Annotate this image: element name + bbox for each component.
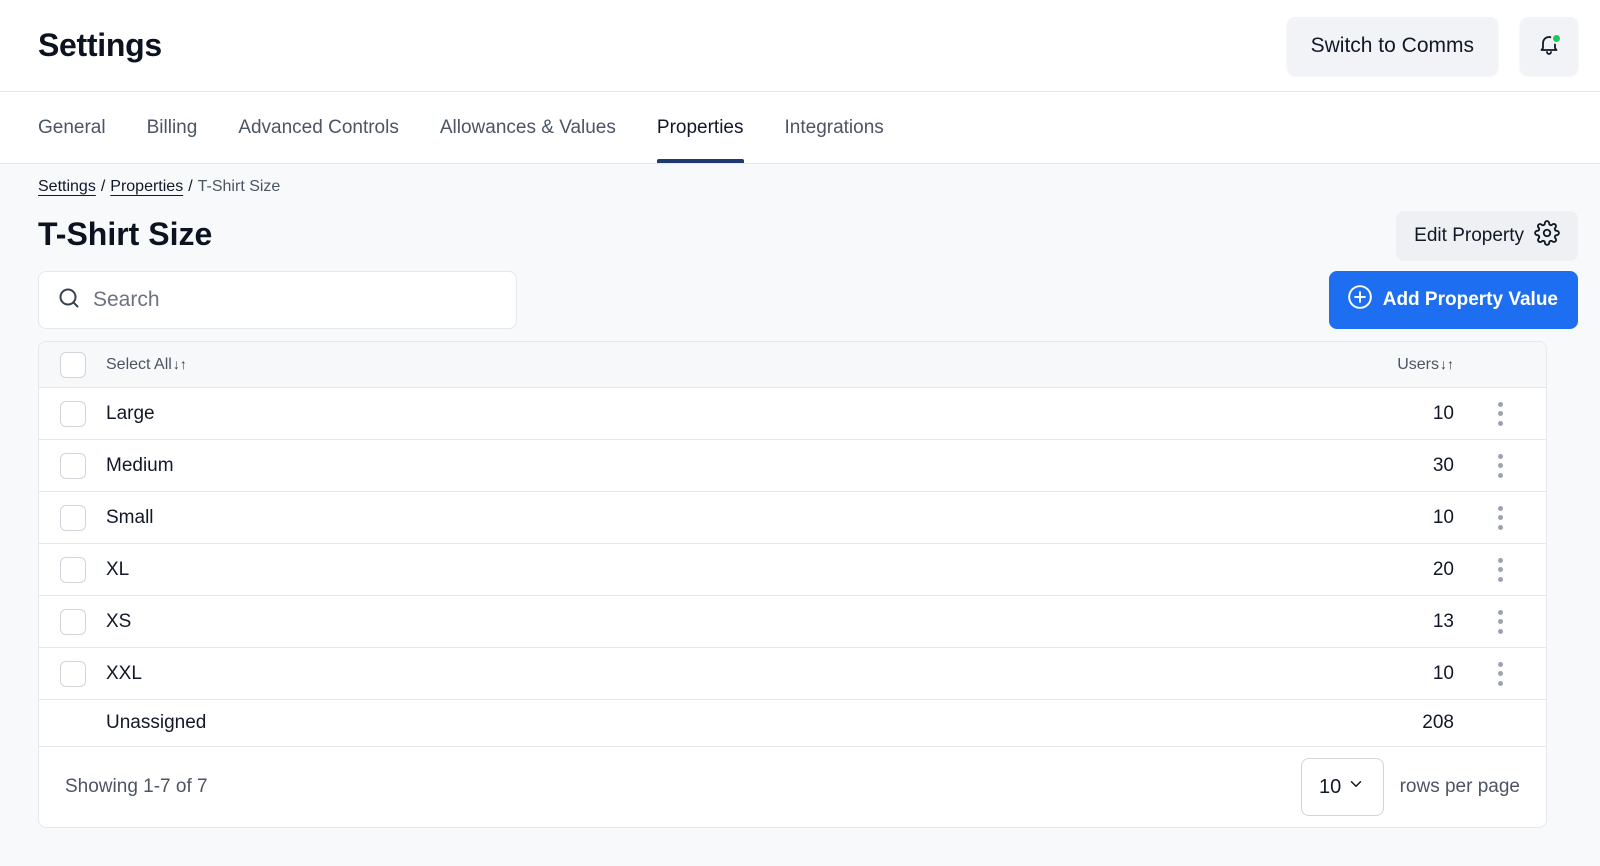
- row-checkbox[interactable]: [60, 660, 86, 687]
- search-icon: [57, 286, 81, 315]
- sort-icon: ↓↑: [172, 355, 187, 372]
- table-header: Select All↓↑ Users↓↑: [39, 342, 1546, 388]
- rows-per-page-value: 10: [1318, 775, 1342, 798]
- edit-property-label: Edit Property: [1414, 225, 1524, 246]
- row-checkbox-cell: [39, 660, 106, 687]
- row-name: Small: [106, 506, 154, 528]
- tab-properties[interactable]: Properties: [656, 92, 744, 163]
- row-name: Medium: [106, 454, 174, 476]
- table-row: XXL 10: [39, 648, 1546, 700]
- showing-count: Showing 1-7 of 7: [65, 776, 208, 797]
- row-checkbox[interactable]: [60, 452, 86, 479]
- breadcrumb-separator: /: [188, 178, 193, 195]
- select-all-label: Select All: [106, 355, 172, 373]
- breadcrumb-separator: /: [100, 178, 106, 195]
- more-options-icon[interactable]: [1490, 556, 1510, 584]
- more-options-icon[interactable]: [1490, 608, 1510, 636]
- row-name: XXL: [106, 662, 142, 684]
- breadcrumb-properties-link[interactable]: Properties: [110, 178, 183, 195]
- table-row: XS 13: [39, 596, 1546, 648]
- row-actions-cell: [1454, 660, 1546, 688]
- table-row: Large 10: [39, 388, 1546, 440]
- breadcrumb-settings-link[interactable]: Settings: [38, 178, 96, 195]
- unassigned-name: Unassigned: [106, 712, 207, 733]
- title-row: T-Shirt Size Edit Property: [38, 200, 1578, 268]
- row-name: Large: [106, 402, 155, 424]
- top-bar: Settings Switch to Comms: [0, 0, 1600, 92]
- row-actions-cell: [1454, 608, 1546, 636]
- pagination: 10 rows per page: [1300, 758, 1520, 816]
- row-users: 30: [1432, 454, 1454, 476]
- plus-circle-icon: [1347, 284, 1373, 316]
- row-users: 10: [1432, 662, 1454, 684]
- tab-billing[interactable]: Billing: [147, 92, 198, 163]
- breadcrumb-current: T-Shirt Size: [197, 178, 281, 195]
- more-options-icon[interactable]: [1490, 504, 1510, 532]
- notifications-button[interactable]: [1520, 16, 1578, 75]
- row-users: 20: [1432, 558, 1454, 580]
- search-input[interactable]: [93, 288, 473, 312]
- row-checkbox[interactable]: [60, 504, 86, 531]
- tab-integrations[interactable]: Integrations: [785, 92, 884, 163]
- row-name: XS: [106, 610, 132, 632]
- unassigned-row: Unassigned 208: [39, 700, 1546, 747]
- row-users: 10: [1432, 506, 1454, 528]
- row-checkbox[interactable]: [60, 556, 86, 583]
- add-property-value-button[interactable]: Add Property Value: [1328, 271, 1578, 329]
- row-users: 10: [1432, 402, 1454, 424]
- row-actions-cell: [1454, 452, 1546, 480]
- search-row: Add Property Value: [38, 270, 1578, 330]
- settings-tabs: General Billing Advanced Controls Allowa…: [0, 92, 1600, 164]
- tab-advanced-controls[interactable]: Advanced Controls: [238, 92, 399, 163]
- app-title: Settings: [38, 27, 162, 63]
- row-checkbox[interactable]: [60, 400, 86, 427]
- main-content: Settings / Properties / T-Shirt Size T-Shirt…: [0, 164, 1600, 828]
- users-header[interactable]: Users↓↑: [1334, 356, 1454, 374]
- row-checkbox[interactable]: [60, 608, 86, 635]
- switch-to-comms-button[interactable]: Switch to Comms: [1286, 16, 1498, 75]
- search-box[interactable]: [38, 271, 517, 329]
- top-actions: Switch to Comms: [1286, 16, 1578, 75]
- row-checkbox-cell: [39, 608, 106, 635]
- select-all-header[interactable]: Select All↓↑: [106, 356, 1334, 374]
- table-footer: Showing 1-7 of 7 10 rows per page: [39, 747, 1546, 827]
- row-actions-cell: [1454, 556, 1546, 584]
- add-property-value-label: Add Property Value: [1382, 289, 1558, 310]
- table-row: Medium 30: [39, 440, 1546, 492]
- row-actions-cell: [1454, 504, 1546, 532]
- tab-allowances-values[interactable]: Allowances & Values: [440, 92, 616, 163]
- sort-icon: ↓↑: [1440, 355, 1454, 372]
- rows-per-page-select[interactable]: 10: [1300, 758, 1384, 816]
- breadcrumb: Settings / Properties / T-Shirt Size: [38, 164, 1578, 204]
- row-users: 13: [1432, 610, 1454, 632]
- row-name: XL: [106, 558, 130, 580]
- tab-general[interactable]: General: [38, 92, 106, 163]
- more-options-icon[interactable]: [1490, 452, 1510, 480]
- select-all-checkbox[interactable]: [60, 351, 86, 378]
- row-checkbox-cell: [39, 400, 106, 427]
- more-options-icon[interactable]: [1490, 660, 1510, 688]
- table-row: XL 20: [39, 544, 1546, 596]
- gear-icon: [1534, 220, 1560, 252]
- unassigned-users: 208: [1422, 712, 1454, 733]
- rows-per-page-label: rows per page: [1399, 776, 1520, 797]
- more-options-icon[interactable]: [1490, 400, 1510, 428]
- notification-badge: [1551, 32, 1562, 44]
- row-checkbox-cell: [39, 504, 106, 531]
- chevron-down-icon: [1347, 775, 1365, 799]
- select-all-cell: [39, 351, 106, 378]
- property-values-table: Select All↓↑ Users↓↑ Large 10 Medium 30 …: [38, 341, 1547, 828]
- table-row: Small 10: [39, 492, 1546, 544]
- row-checkbox-cell: [39, 452, 106, 479]
- edit-property-button[interactable]: Edit Property: [1396, 211, 1578, 261]
- row-actions-cell: [1454, 400, 1546, 428]
- row-checkbox-cell: [39, 556, 106, 583]
- users-label: Users: [1397, 355, 1439, 373]
- page-title: T-Shirt Size: [38, 215, 213, 252]
